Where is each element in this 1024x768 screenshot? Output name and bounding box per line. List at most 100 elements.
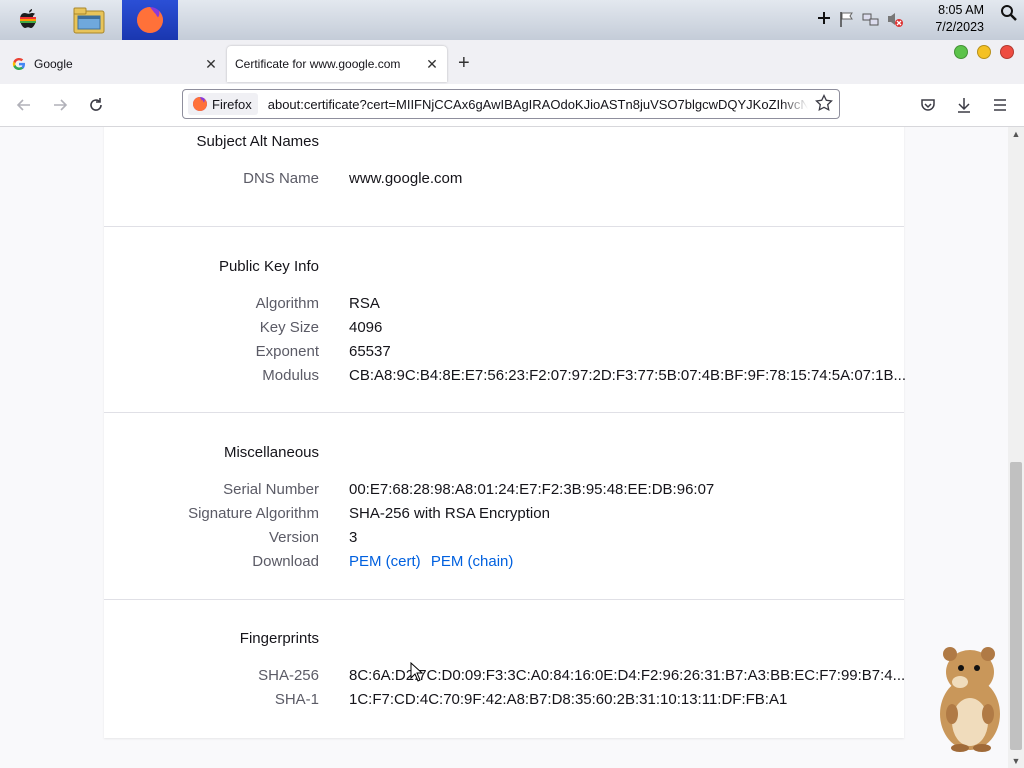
apple-menu-button[interactable] (3, 0, 53, 40)
scrollbar-thumb[interactable] (1010, 462, 1022, 750)
row-label: Key Size (259, 319, 319, 336)
firefox-icon (137, 7, 163, 33)
certificate-card: Subject Alt Names DNS Name www.google.co… (104, 127, 907, 738)
tab-strip: Google ✕ Certificate for www.google.com … (0, 40, 1024, 84)
section-title: Miscellaneous (223, 444, 319, 461)
minimize-button[interactable] (977, 45, 991, 59)
row-label: DNS Name (243, 170, 319, 187)
vertical-scrollbar[interactable]: ▲ ▼ (1008, 127, 1024, 768)
row-value: 65537 (349, 343, 391, 360)
flag-icon[interactable] (838, 10, 856, 28)
bookmark-star-icon[interactable] (815, 93, 833, 117)
apple-icon (20, 9, 36, 28)
row-label: Exponent (255, 343, 319, 360)
row-value: RSA (349, 295, 380, 312)
mouse-cursor-icon (410, 661, 424, 687)
download-icon (958, 98, 970, 113)
volume-muted-icon[interactable] (886, 10, 904, 28)
scroll-down-arrow-icon[interactable]: ▼ (1008, 754, 1024, 768)
row-value: CB:A8:9C:B4:8E:E7:56:23:F2:07:97:2D:F3:7… (349, 367, 907, 384)
identity-box[interactable]: Firefox (188, 93, 258, 115)
row-value: www.google.com (349, 170, 463, 187)
download-pem-cert-link[interactable]: PEM (cert) (349, 553, 421, 570)
section-public-key-info: Public Key Info Algorithm RSA Key Size 4… (104, 227, 907, 413)
file-manager-button[interactable] (64, 0, 114, 40)
row-label: Version (268, 529, 319, 546)
row-value: 8C:6A:D2:7C:D0:09:F3:3C:A0:84:16:0E:D4:F… (349, 667, 906, 684)
row-value: 3 (349, 529, 358, 546)
new-tab-button[interactable]: + (458, 52, 470, 75)
row-label: SHA-256 (258, 667, 319, 684)
tab-google[interactable]: Google ✕ (0, 46, 226, 82)
row-label: SHA-1 (274, 691, 319, 708)
info-row: Algorithm RSA (104, 295, 904, 319)
section-title: Subject Alt Names (196, 133, 319, 150)
address-bar[interactable]: Firefox about:certificate?cert=MIIFNjCCA… (182, 89, 840, 119)
reload-button[interactable] (85, 94, 107, 116)
arrow-right-icon (54, 99, 68, 111)
page-viewport: Subject Alt Names DNS Name www.google.co… (0, 127, 1008, 768)
file-manager-icon (73, 7, 105, 34)
close-tab-icon[interactable]: ✕ (423, 56, 441, 73)
section-subject-alt-names: Subject Alt Names DNS Name www.google.co… (104, 127, 904, 227)
clock-date: 7/2/2023 (935, 20, 984, 34)
info-row: SHA-256 8C:6A:D2:7C:D0:09:F3:3C:A0:84:16… (104, 667, 906, 691)
pocket-icon (921, 99, 935, 111)
section-title: Fingerprints (239, 630, 319, 647)
row-label: Download (252, 553, 319, 570)
download-links: PEM (cert) PEM (chain) (349, 553, 519, 570)
section-title: Public Key Info (218, 258, 319, 275)
navigation-toolbar: Firefox about:certificate?cert=MIIFNjCCA… (0, 84, 1024, 127)
section-miscellaneous: Miscellaneous Serial Number 00:E7:68:28:… (104, 413, 904, 600)
maximize-button[interactable] (954, 45, 968, 59)
scroll-up-arrow-icon[interactable]: ▲ (1008, 127, 1024, 141)
info-row: SHA-1 1C:F7:CD:4C:70:9F:42:A8:B7:D8:35:6… (104, 691, 904, 715)
plus-icon: + (458, 52, 470, 74)
clock-time: 8:05 AM (938, 3, 984, 17)
info-row: Key Size 4096 (104, 319, 904, 343)
back-button[interactable] (13, 94, 35, 116)
identity-label: Firefox (212, 96, 252, 112)
reload-icon (90, 98, 102, 111)
network-icon[interactable] (862, 10, 880, 28)
download-pem-chain-link[interactable]: PEM (chain) (431, 553, 514, 570)
tab-certificate[interactable]: Certificate for www.google.com ✕ (227, 46, 447, 82)
close-tab-icon[interactable]: ✕ (202, 56, 220, 73)
app-menu-button[interactable] (989, 94, 1011, 116)
row-value: 4096 (349, 319, 383, 336)
tab-title: Google (34, 57, 73, 71)
pocket-button[interactable] (917, 94, 939, 116)
close-window-button[interactable] (1000, 45, 1014, 59)
plus-icon[interactable] (816, 10, 832, 26)
url-text[interactable]: about:certificate?cert=MIIFNjCCAx6gAwIBA… (268, 97, 808, 112)
tab-title: Certificate for www.google.com (235, 57, 401, 71)
google-icon (12, 58, 25, 70)
arrow-left-icon (16, 99, 30, 111)
search-icon (1001, 5, 1017, 21)
info-row: Modulus CB:A8:9C:B4:8E:E7:56:23:F2:07:97… (104, 367, 907, 391)
row-label: Modulus (262, 367, 319, 384)
row-label: Serial Number (223, 481, 319, 498)
system-tray (816, 10, 904, 28)
firefox-taskbar-button[interactable] (122, 0, 178, 40)
spotlight-search-button[interactable] (1000, 4, 1018, 27)
forward-button[interactable] (49, 94, 71, 116)
row-value: 1C:F7:CD:4C:70:9F:42:A8:B7:D8:35:60:2B:3… (349, 691, 788, 708)
row-label: Signature Algorithm (188, 505, 319, 522)
info-row: Signature Algorithm SHA-256 with RSA Enc… (104, 505, 904, 529)
section-fingerprints: Fingerprints SHA-256 8C:6A:D2:7C:D0:09:F… (104, 600, 906, 738)
hamburger-menu-icon (994, 99, 1006, 111)
os-taskbar: 8:05 AM 7/2/2023 (0, 0, 1024, 41)
downloads-button[interactable] (953, 94, 975, 116)
hamster-mascot-icon[interactable] (930, 644, 1010, 759)
window-controls (954, 45, 1014, 59)
info-row: Version 3 (104, 529, 904, 553)
info-row: Download PEM (cert) PEM (chain) (104, 553, 904, 577)
row-value: SHA-256 with RSA Encryption (349, 505, 550, 522)
clock[interactable]: 8:05 AM 7/2/2023 (914, 2, 984, 36)
row-label: Algorithm (255, 295, 319, 312)
info-row: DNS Name www.google.com (104, 170, 904, 194)
row-value: 00:E7:68:28:98:A8:01:24:E7:F2:3B:95:48:E… (349, 481, 715, 498)
info-row: Exponent 65537 (104, 343, 904, 367)
info-row: Serial Number 00:E7:68:28:98:A8:01:24:E7… (104, 481, 904, 505)
